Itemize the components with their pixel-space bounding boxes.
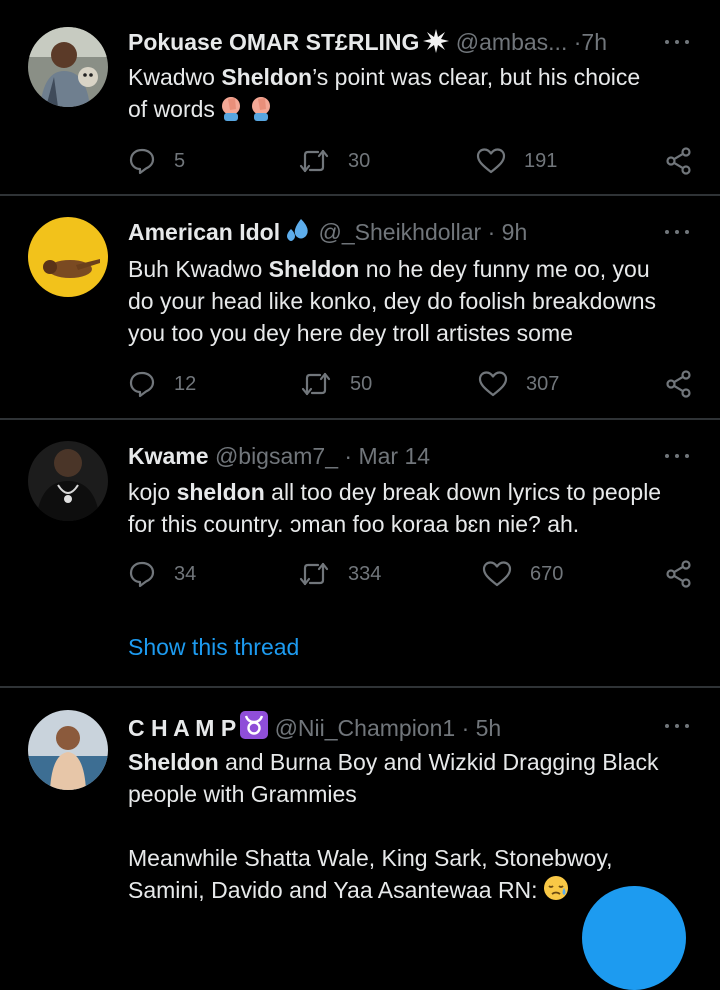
more-options-icon[interactable] xyxy=(664,27,690,57)
tweet-actions: 12 50 307 xyxy=(128,366,694,402)
taurus-emoji-icon xyxy=(240,711,269,741)
avatar[interactable] xyxy=(28,710,108,790)
more-options-icon[interactable] xyxy=(664,217,690,247)
user-handle[interactable]: @_Sheikhdollar xyxy=(319,219,482,245)
text-line: Sheldon and Burna Boy and Wizkid Draggin… xyxy=(128,749,659,775)
tweet-text: kojo sheldon all too dey break down lyri… xyxy=(128,476,690,540)
heart-icon xyxy=(478,371,508,397)
timestamp[interactable]: 9h xyxy=(502,219,528,245)
tweet-actions: 34 334 670 xyxy=(128,556,694,592)
retweet-count: 334 xyxy=(348,562,382,585)
more-options-icon[interactable] xyxy=(664,711,690,741)
separator-dot: · xyxy=(487,219,496,245)
user-handle[interactable]: @ambas... xyxy=(456,29,568,55)
like-button[interactable]: 307 xyxy=(478,366,559,402)
like-button[interactable]: 670 xyxy=(482,556,563,592)
text-line: kojo sheldon all too dey break down lyri… xyxy=(128,479,662,505)
tweet-text: Kwadwo Sheldon’s point was clear, but hi… xyxy=(128,61,690,129)
tweet-header: American Idol @_Sheikhdollar · 9h xyxy=(128,217,654,247)
retweet-button[interactable]: 30 xyxy=(298,143,370,179)
collision-emoji-icon xyxy=(423,29,450,57)
retweet-icon xyxy=(299,149,329,173)
tweet-header: C H A M P @Nii_Champion1 · 5h xyxy=(128,711,654,741)
timestamp[interactable]: Mar 14 xyxy=(358,443,430,469)
tweet-text: Sheldon and Burna Boy and Wizkid Draggin… xyxy=(128,746,690,910)
tweet[interactable]: American Idol @_Sheikhdollar · 9h Buh Kw… xyxy=(0,196,720,418)
timestamp[interactable]: 5h xyxy=(476,715,502,741)
retweet-icon xyxy=(299,562,329,586)
tweet-header: Kwame @bigsam7_ · Mar 14 xyxy=(128,441,654,471)
text-line xyxy=(128,810,690,842)
more-options-icon[interactable] xyxy=(664,441,690,471)
share-icon xyxy=(666,560,691,588)
share-icon xyxy=(666,147,691,175)
display-name[interactable]: C H A M P xyxy=(128,715,236,741)
share-button[interactable] xyxy=(664,366,694,402)
reply-icon xyxy=(129,148,155,175)
user-handle[interactable]: @Nii_Champion1 xyxy=(275,715,456,741)
share-button[interactable] xyxy=(664,556,694,592)
separator-dot: · xyxy=(461,715,470,741)
text-line: Meanwhile Shatta Wale, King Sark, Stoneb… xyxy=(128,845,613,871)
reply-count: 5 xyxy=(174,149,186,172)
tweet-header: Pokuase OMAR ST£RLING @ambas... ·7h xyxy=(128,27,654,57)
retweet-count: 50 xyxy=(350,372,373,395)
retweet-button[interactable]: 334 xyxy=(298,556,381,592)
reply-button[interactable]: 34 xyxy=(128,556,196,592)
text-line: for this country. ɔman foo koraa bɛn nie… xyxy=(128,511,580,537)
avatar[interactable] xyxy=(28,441,108,521)
display-name[interactable]: American Idol xyxy=(128,219,280,245)
reply-button[interactable]: 5 xyxy=(128,143,185,179)
compose-tweet-button[interactable] xyxy=(582,886,686,990)
reply-icon xyxy=(129,371,155,398)
sweat-droplets-emoji-icon xyxy=(284,217,312,247)
like-count: 307 xyxy=(526,372,560,395)
retweet-count: 30 xyxy=(348,149,371,172)
reply-icon xyxy=(129,561,155,588)
tweet-actions: 5 30 191 xyxy=(128,143,694,179)
text-line: Buh Kwadwo Sheldon no he dey funny me oo… xyxy=(128,256,650,282)
facepalm-emoji-icon xyxy=(219,95,273,129)
separator-dot: · xyxy=(344,443,353,469)
heart-icon xyxy=(482,561,512,587)
highlighted-term: sheldon xyxy=(176,479,265,505)
reply-count: 12 xyxy=(174,372,197,395)
retweet-button[interactable]: 50 xyxy=(300,366,372,402)
tweet-text: Buh Kwadwo Sheldon no he dey funny me oo… xyxy=(128,253,690,349)
highlighted-term: Sheldon xyxy=(221,64,313,90)
reply-count: 34 xyxy=(174,562,197,585)
user-handle[interactable]: @bigsam7_ xyxy=(215,443,338,469)
avatar[interactable] xyxy=(28,27,108,107)
display-name[interactable]: Kwame xyxy=(128,443,209,469)
tweet[interactable]: Pokuase OMAR ST£RLING @ambas... ·7h Kwad… xyxy=(0,0,720,194)
avatar[interactable] xyxy=(28,217,108,297)
display-name[interactable]: Pokuase OMAR ST£RLING xyxy=(128,29,419,55)
sad-relieved-emoji-icon xyxy=(542,874,570,910)
text-line: of words xyxy=(128,93,690,129)
text-line: Kwadwo Sheldon’s point was clear, but hi… xyxy=(128,64,641,90)
highlighted-term: Sheldon xyxy=(128,749,219,775)
heart-icon xyxy=(476,148,506,174)
show-thread-link[interactable]: Show this thread xyxy=(128,634,299,661)
text-line: you too you dey here dey troll artistes … xyxy=(128,320,573,346)
reply-button[interactable]: 12 xyxy=(128,366,196,402)
retweet-icon xyxy=(301,372,331,396)
like-button[interactable]: 191 xyxy=(476,143,557,179)
share-button[interactable] xyxy=(664,143,694,179)
highlighted-term: Sheldon xyxy=(268,256,360,282)
like-count: 191 xyxy=(524,149,558,172)
like-count: 670 xyxy=(530,562,564,585)
timestamp[interactable]: 7h xyxy=(581,29,607,55)
share-icon xyxy=(666,370,691,398)
text-line: people with Grammies xyxy=(128,781,357,807)
tweet[interactable]: Kwame @bigsam7_ · Mar 14 kojo sheldon al… xyxy=(0,420,720,686)
text-line: do your head like konko, dey do foolish … xyxy=(128,288,657,314)
